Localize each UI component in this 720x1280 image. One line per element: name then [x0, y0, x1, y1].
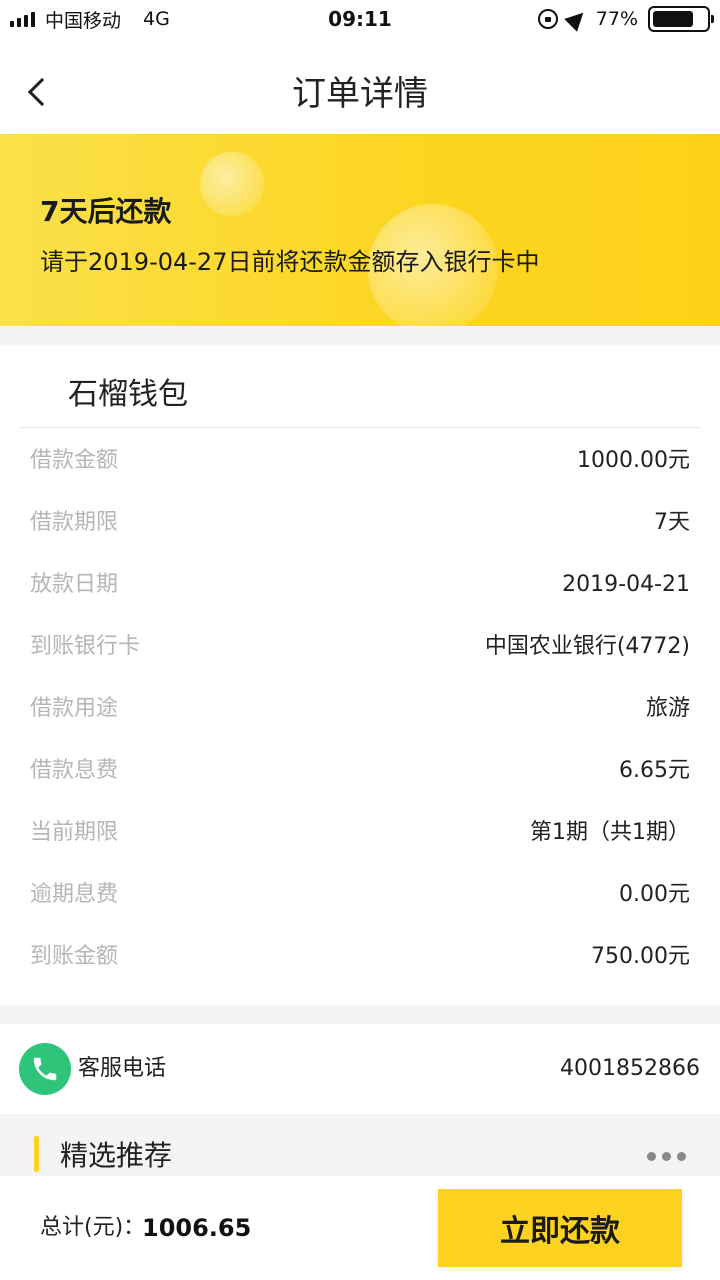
recommend-title: 精选推荐 [60, 1139, 173, 1172]
service-phone-number[interactable]: 4001852866 [560, 1024, 700, 1114]
detail-label: 逾期息费 [30, 882, 119, 907]
divider [20, 427, 700, 428]
detail-value: 第1期（共1期） [530, 820, 690, 845]
detail-label: 到账银行卡 [30, 634, 141, 659]
decor-bubble [200, 152, 264, 216]
detail-value: 1000.00元 [577, 448, 690, 473]
order-detail-card: 石榴钱包 借款金额 1000.00元 借款期限 7天 放款日期 2019-04-… [0, 345, 720, 1005]
battery-percent: 77% [595, 8, 638, 30]
banner-subtitle: 请于2019-04-27日前将还款金额存入银行卡中 [40, 248, 540, 276]
detail-list: 借款金额 1000.00元 借款期限 7天 放款日期 2019-04-21 到账… [0, 430, 720, 988]
detail-label: 借款金额 [30, 448, 119, 473]
customer-service-row[interactable]: 客服电话 4001852866 [0, 1024, 720, 1114]
rotation-lock-icon [537, 9, 558, 29]
detail-label: 放款日期 [30, 572, 119, 597]
phone-icon[interactable] [19, 1043, 71, 1095]
total-label: 总计(元)： [40, 1215, 146, 1240]
phone-handset-icon [33, 1057, 57, 1081]
detail-label: 当前期限 [30, 820, 119, 845]
repayment-banner: 7天后还款 请于2019-04-27日前将还款金额存入银行卡中 [0, 134, 720, 326]
detail-row: 到账金额 750.00元 [0, 926, 720, 988]
repay-now-button[interactable]: 立即还款 [438, 1189, 682, 1267]
detail-row: 借款用途 旅游 [0, 678, 720, 740]
nav-bar: 订单详情 [0, 38, 720, 134]
detail-value: 旅游 [645, 696, 690, 721]
carrier-name: 中国移动 [45, 9, 122, 32]
detail-row: 放款日期 2019-04-21 [0, 554, 720, 616]
detail-value: 2019-04-21 [562, 572, 690, 597]
detail-value: 0.00元 [619, 882, 690, 907]
detail-row: 到账银行卡 中国农业银行(4772) [0, 616, 720, 678]
status-left: 中国移动 4G [10, 0, 170, 38]
banner-title: 7天后还款 [40, 195, 172, 228]
detail-row: 借款金额 1000.00元 [0, 430, 720, 492]
recommend-header: 精选推荐 [0, 1114, 720, 1176]
network-type: 4G [143, 8, 170, 30]
detail-label: 借款息费 [30, 758, 119, 783]
detail-value: 中国农业银行(4772) [484, 634, 690, 659]
detail-row: 借款期限 7天 [0, 492, 720, 554]
bottom-bar: 总计(元)： 1006.65 立即还款 [0, 1176, 720, 1280]
detail-value: 7天 [654, 510, 690, 535]
status-right: 77% [537, 0, 714, 38]
battery-fill [653, 11, 694, 27]
location-arrow-icon [564, 6, 590, 32]
detail-row: 逾期息费 0.00元 [0, 864, 720, 926]
status-bar: 中国移动 4G 09:11 77% [0, 0, 720, 38]
product-name: 石榴钱包 [68, 377, 188, 412]
service-label: 客服电话 [78, 1056, 167, 1081]
detail-row: 借款息费 6.65元 [0, 740, 720, 802]
battery-icon [648, 6, 714, 32]
detail-row: 当前期限 第1期（共1期） [0, 802, 720, 864]
detail-label: 借款用途 [30, 696, 119, 721]
detail-label: 借款期限 [30, 510, 119, 535]
total-amount: 1006.65 [142, 1214, 252, 1242]
signal-icon [10, 11, 35, 27]
more-icon[interactable] [647, 1152, 686, 1161]
detail-label: 到账金额 [30, 944, 119, 969]
section-accent-bar [34, 1136, 39, 1172]
detail-value: 750.00元 [591, 944, 690, 969]
detail-value: 6.65元 [619, 758, 690, 783]
